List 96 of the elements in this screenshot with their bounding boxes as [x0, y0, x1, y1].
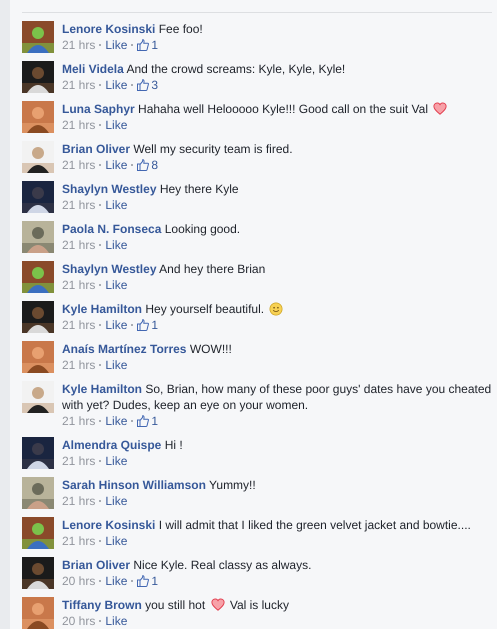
- separator-dot: [99, 620, 102, 622]
- timestamp: 21 hrs: [62, 277, 96, 293]
- like-link[interactable]: Like: [105, 277, 128, 293]
- like-link[interactable]: Like: [105, 413, 128, 429]
- comment-text: Shaylyn Westley Hey there Kyle: [62, 181, 240, 197]
- timestamp: 21 hrs: [62, 533, 96, 549]
- separator-dot: [131, 324, 134, 326]
- thumbs-up-icon: [137, 415, 150, 427]
- like-link[interactable]: Like: [105, 237, 128, 253]
- timestamp: 21 hrs: [62, 197, 96, 213]
- separator-dot: [131, 44, 134, 46]
- separator-dot: [99, 324, 102, 326]
- thumbs-up-icon: [137, 575, 150, 587]
- timestamp: 21 hrs: [62, 357, 96, 373]
- author-link[interactable]: Brian Oliver: [62, 558, 130, 572]
- separator-dot: [131, 580, 134, 582]
- like-link[interactable]: Like: [105, 573, 128, 589]
- separator-dot: [99, 204, 102, 206]
- comment-text: Kyle Hamilton Hey yourself beautiful.: [62, 301, 492, 317]
- comment-text: Sarah Hinson Williamson Yummy!!: [62, 477, 257, 493]
- author-link[interactable]: Kyle Hamilton: [62, 302, 142, 316]
- separator-dot: [99, 460, 102, 462]
- separator-dot: [99, 364, 102, 366]
- comment-text: Brian Oliver Well my security team is fired.: [62, 141, 294, 157]
- author-link[interactable]: Kyle Hamilton: [62, 382, 142, 396]
- comment-text: Tiffany Brown you still hot Val is lucky: [62, 597, 290, 613]
- like-link[interactable]: Like: [105, 197, 128, 213]
- timestamp: 20 hrs: [62, 613, 96, 629]
- author-link[interactable]: Sarah Hinson Williamson: [62, 478, 206, 492]
- comment-text: Brian Oliver Nice Kyle. Real classy as always.: [62, 557, 312, 573]
- separator-dot: [99, 244, 102, 246]
- like-count: 1: [151, 317, 158, 333]
- author-link[interactable]: Luna Saphyr: [62, 102, 135, 116]
- thumbs-up-icon: [137, 319, 150, 331]
- like-link[interactable]: Like: [105, 37, 128, 53]
- heart-icon: [433, 102, 448, 116]
- separator-dot: [99, 44, 102, 46]
- like-link[interactable]: Like: [105, 357, 128, 373]
- timestamp: 21 hrs: [62, 493, 96, 509]
- like-link[interactable]: Like: [105, 317, 128, 333]
- comment-text: Lenore Kosinski I will admit that I liked the green velvet jacket and bowtie....: [62, 517, 472, 533]
- heart-icon: [210, 598, 224, 612]
- like-link[interactable]: Like: [105, 493, 128, 509]
- timestamp: 21 hrs: [62, 453, 96, 469]
- author-link[interactable]: Almendra Quispe: [62, 438, 162, 452]
- separator-dot: [131, 164, 134, 166]
- timestamp: 21 hrs: [62, 317, 96, 333]
- author-link[interactable]: Shaylyn Westley: [62, 262, 156, 276]
- thumbs-up-icon: [137, 159, 150, 171]
- thumbs-up-icon: [137, 79, 150, 91]
- like-count: 1: [151, 573, 158, 589]
- author-link[interactable]: Paola N. Fonseca: [62, 222, 162, 236]
- comment-text: Lenore Kosinski Fee foo!: [62, 21, 204, 37]
- comment-text: Kyle Hamilton So, Brian, how many of these poor guys' dates have you cheated with yet? Dudes, keep an eye on your women.: [62, 381, 492, 413]
- like-count: 1: [151, 37, 158, 53]
- like-link[interactable]: Like: [105, 77, 128, 93]
- separator-dot: [99, 84, 102, 86]
- timestamp: 21 hrs: [62, 117, 96, 133]
- like-count: 8: [151, 157, 158, 173]
- timestamp: 20 hrs: [62, 573, 96, 589]
- comment-text: Almendra Quispe Hi !: [62, 437, 184, 453]
- like-link[interactable]: Like: [105, 533, 128, 549]
- timestamp: 21 hrs: [62, 237, 96, 253]
- comment-text: Luna Saphyr Hahaha well Helooooo Kyle!!! Good call on the suit Val: [62, 101, 492, 117]
- separator-dot: [99, 420, 102, 422]
- separator-dot: [99, 540, 102, 542]
- timestamp: 21 hrs: [62, 157, 96, 173]
- like-link[interactable]: Like: [105, 453, 128, 469]
- like-count: 3: [151, 77, 158, 93]
- author-link[interactable]: Lenore Kosinski: [62, 518, 156, 532]
- separator-dot: [131, 84, 134, 86]
- separator-dot: [131, 420, 134, 422]
- separator-dot: [99, 164, 102, 166]
- smiley-icon: [269, 302, 284, 316]
- comment-text: Meli Videla And the crowd screams: Kyle, Kyle, Kyle!: [62, 61, 346, 77]
- separator-dot: [99, 580, 102, 582]
- separator-dot: [99, 284, 102, 286]
- comment-text: Anaís Martínez Torres WOW!!!: [62, 341, 233, 357]
- like-link[interactable]: Like: [105, 157, 128, 173]
- author-link[interactable]: Meli Videla: [62, 62, 124, 76]
- author-link[interactable]: Tiffany Brown: [62, 598, 142, 612]
- author-link[interactable]: Brian Oliver: [62, 142, 130, 156]
- like-count: 1: [151, 413, 158, 429]
- separator-dot: [99, 500, 102, 502]
- timestamp: 21 hrs: [62, 413, 96, 429]
- author-link[interactable]: Anaís Martínez Torres: [62, 342, 186, 356]
- thumbs-up-icon: [137, 39, 150, 51]
- comment-text: Shaylyn Westley And hey there Brian: [62, 261, 266, 277]
- like-link[interactable]: Like: [105, 613, 128, 629]
- comment-text: Paola N. Fonseca Looking good.: [62, 221, 242, 237]
- timestamp: 21 hrs: [62, 77, 96, 93]
- author-link[interactable]: Lenore Kosinski: [62, 22, 156, 36]
- like-link[interactable]: Like: [105, 117, 128, 133]
- timestamp: 21 hrs: [62, 37, 96, 53]
- separator-dot: [99, 124, 102, 126]
- author-link[interactable]: Shaylyn Westley: [62, 182, 156, 196]
